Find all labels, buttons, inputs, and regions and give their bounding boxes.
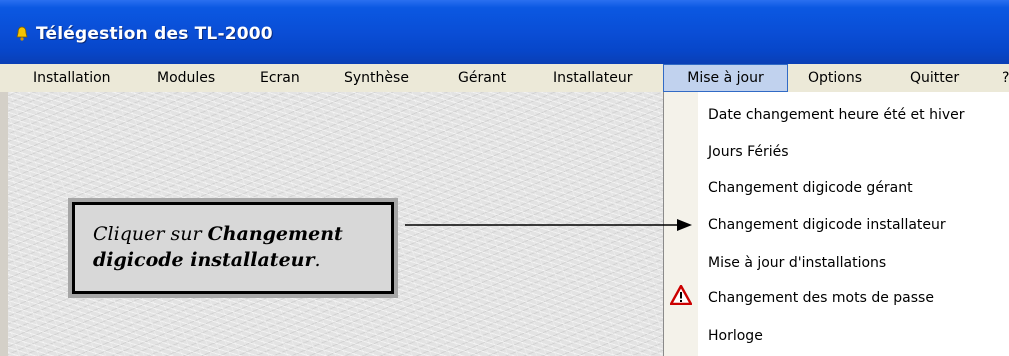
title-bar[interactable]: Télégestion des TL-2000: [0, 0, 1009, 64]
menu-installateur[interactable]: Installateur: [553, 64, 632, 92]
dropdown-item-digicode-gerant[interactable]: Changement digicode gérant: [708, 180, 913, 196]
dropdown-item-horloge[interactable]: Horloge: [708, 328, 763, 344]
menu-gerant[interactable]: Gérant: [458, 64, 506, 92]
menu-ecran[interactable]: Ecran: [260, 64, 300, 92]
callout-prefix: Cliquer sur: [93, 223, 208, 245]
application-window: Télégestion des TL-2000 Installation Mod…: [0, 0, 1009, 356]
window-left-border: [0, 92, 8, 356]
dropdown-item-mise-a-jour-installations[interactable]: Mise à jour d'installations: [708, 255, 886, 271]
bell-icon: [16, 26, 28, 41]
dropdown-icon-gutter: [664, 92, 698, 356]
menu-mise-a-jour[interactable]: Mise à jour: [663, 64, 788, 92]
callout-box: Cliquer sur Changement digicode installa…: [72, 202, 394, 294]
instruction-callout: Cliquer sur Changement digicode installa…: [68, 198, 398, 298]
callout-text: Cliquer sur Changement digicode installa…: [93, 221, 393, 273]
menu-quitter[interactable]: Quitter: [910, 64, 959, 92]
menu-options[interactable]: Options: [808, 64, 862, 92]
menu-modules[interactable]: Modules: [157, 64, 215, 92]
dropdown-item-digicode-installateur[interactable]: Changement digicode installateur: [708, 217, 946, 233]
menu-bar: Installation Modules Ecran Synthèse Géra…: [0, 64, 1009, 92]
callout-suffix: .: [314, 249, 321, 271]
dropdown-item-date-changement-heure[interactable]: Date changement heure été et hiver: [708, 107, 965, 123]
dropdown-item-mots-de-passe[interactable]: Changement des mots de passe: [708, 290, 934, 306]
dropdown-item-jours-feries[interactable]: Jours Fériés: [708, 144, 789, 160]
window-title: Télégestion des TL-2000: [36, 24, 273, 44]
menu-synthese[interactable]: Synthèse: [344, 64, 409, 92]
mise-a-jour-dropdown-menu: Date changement heure été et hiver Jours…: [663, 92, 1009, 356]
warning-icon: [670, 285, 692, 305]
menu-installation[interactable]: Installation: [33, 64, 111, 92]
menu-help[interactable]: ?: [1002, 64, 1009, 92]
